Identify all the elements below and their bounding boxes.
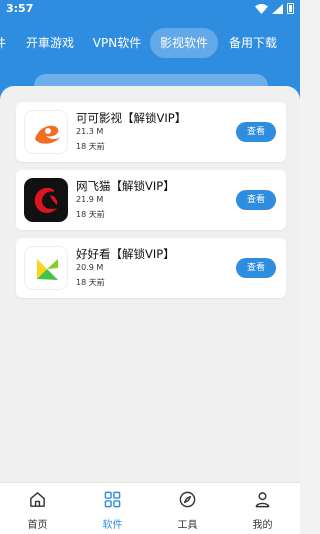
wifi-icon [255, 3, 268, 14]
nav-label: 软件 [102, 520, 123, 531]
view-button[interactable]: 查看 [236, 122, 276, 142]
tab-backup-download[interactable]: 备用下载 [224, 28, 282, 58]
nav-tools[interactable]: 工具 [150, 483, 225, 534]
view-button[interactable]: 查看 [236, 190, 276, 210]
bottom-nav: 首页 软件 工具 我的 [0, 482, 300, 534]
haohaokan-logo-icon [24, 246, 68, 290]
app-card-wangfeimao[interactable]: 网飞猫【解锁VIP】 21.9 M 18 天前 查看 [16, 170, 286, 230]
app-size: 21.9 M [76, 195, 104, 204]
app-card-kekeyingshi[interactable]: 可可影视【解锁VIP】 21.3 M 18 天前 查看 [16, 102, 286, 162]
wangfeimao-logo-icon [24, 178, 68, 222]
home-icon [30, 492, 45, 507]
app-date: 18 天前 [76, 142, 105, 151]
battery-icon [287, 3, 294, 14]
app-size: 21.3 M [76, 127, 104, 136]
nav-software[interactable]: 软件 [75, 483, 150, 534]
user-icon [255, 492, 270, 508]
app-name: 好好看【解锁VIP】 [76, 247, 175, 261]
kekeyingshi-logo-icon [24, 110, 68, 154]
nav-label: 工具 [177, 520, 198, 531]
app-date: 18 天前 [76, 278, 105, 287]
tab-vpn-software[interactable]: VPN软件 [88, 28, 146, 58]
nav-label: 我的 [252, 520, 273, 531]
status-icons [255, 3, 294, 14]
tab-games[interactable]: 开車游戏 [22, 28, 78, 58]
signal-icon [272, 3, 283, 14]
status-time: 3:57 [6, 2, 34, 15]
apps-grid-icon [104, 491, 121, 508]
compass-icon [179, 491, 196, 508]
tab-video-software[interactable]: 影视软件 [150, 28, 218, 58]
content-panel: 可可影视【解锁VIP】 21.3 M 18 天前 查看 网飞猫【解锁VIP】 2… [0, 86, 300, 482]
app-size: 20.9 M [76, 263, 104, 272]
nav-mine[interactable]: 我的 [225, 483, 300, 534]
view-button[interactable]: 查看 [236, 258, 276, 278]
nav-home[interactable]: 首页 [0, 483, 75, 534]
nav-label: 首页 [27, 520, 48, 531]
app-name: 可可影视【解锁VIP】 [76, 111, 187, 125]
app-card-haohaokan[interactable]: 好好看【解锁VIP】 20.9 M 18 天前 查看 [16, 238, 286, 298]
tab-software-partial[interactable]: 件 [0, 28, 12, 58]
category-tabs: 件 开車游戏 VPN软件 影视软件 备用下载 [0, 28, 300, 58]
app-name: 网飞猫【解锁VIP】 [76, 179, 175, 193]
status-bar: 3:57 [0, 0, 300, 18]
app-date: 18 天前 [76, 210, 105, 219]
